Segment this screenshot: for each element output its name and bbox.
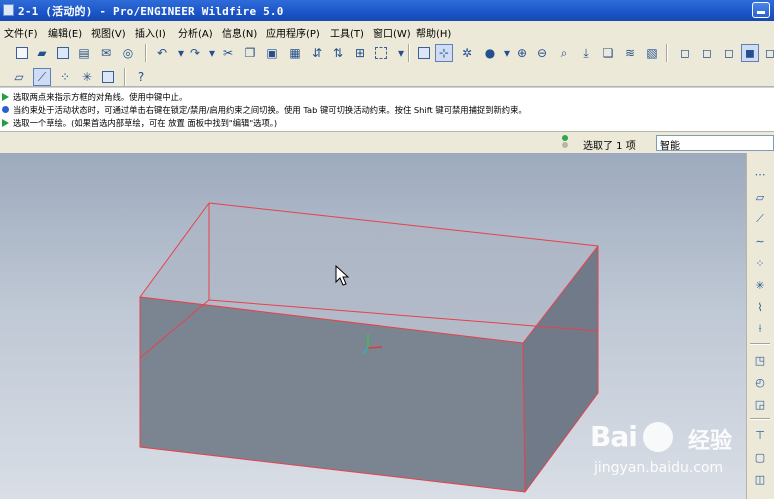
message-text: 当约束处于活动状态时，可通过单击右键在锁定/禁用/启用约束之间切换。使用 Tab… — [13, 104, 527, 115]
message-line: 当约束处于活动状态时，可通过单击右键在锁定/禁用/启用约束之间切换。使用 Tab… — [2, 103, 527, 116]
prompt-arrow-icon — [2, 92, 9, 101]
hidden-line-icon[interactable]: ◻ — [698, 44, 716, 62]
layers-icon[interactable]: ≋ — [621, 44, 639, 62]
hole-tool-icon[interactable]: ⊤ — [751, 426, 769, 444]
menu-file[interactable]: 文件(F) — [4, 25, 38, 40]
orient-mode-icon[interactable]: ✲ — [458, 44, 476, 62]
redo-icon[interactable]: ↷ — [186, 44, 204, 62]
wireframe-icon[interactable]: ◻ — [676, 44, 694, 62]
csys-tool-icon[interactable]: ✳ — [751, 276, 769, 294]
sketch-view-icon[interactable] — [415, 44, 433, 62]
app-icon — [3, 4, 14, 16]
rib-tool-icon[interactable]: ◫ — [751, 470, 769, 488]
menu-tools[interactable]: 工具(T) — [330, 25, 364, 40]
regen-status-icon — [562, 135, 570, 151]
appearance-sphere-icon[interactable]: ● — [481, 44, 499, 62]
datum-axis-icon[interactable]: ⟋ — [33, 68, 51, 86]
reorient-icon[interactable]: ⤓ — [577, 44, 595, 62]
paste-icon[interactable]: ▣ — [263, 44, 281, 62]
new-file-icon[interactable] — [13, 44, 31, 62]
send-link-icon[interactable]: ◎ — [119, 44, 137, 62]
sketch-tool-icon[interactable] — [99, 68, 117, 86]
datum-point-icon[interactable]: ⁘ — [56, 68, 74, 86]
menu-window[interactable]: 窗口(W) — [373, 25, 411, 40]
watermark-brand-suffix: 经验 — [688, 429, 733, 454]
revolve-tool-icon[interactable]: ◴ — [751, 373, 769, 391]
coordinate-system-icon[interactable]: ✳ — [78, 68, 96, 86]
datum-plane-icon[interactable]: ▱ — [10, 68, 28, 86]
saved-views-icon[interactable]: ❏ — [599, 44, 617, 62]
find-icon[interactable]: ⊞ — [351, 44, 369, 62]
window-title: 2-1 (活动的) - Pro/ENGINEER Wildfire 5.0 — [18, 5, 284, 18]
menu-edit[interactable]: 编辑(E) — [48, 25, 82, 40]
save-icon[interactable] — [54, 44, 72, 62]
zoom-in-icon[interactable]: ⊕ — [513, 44, 531, 62]
menu-insert[interactable]: 插入(I) — [135, 25, 166, 40]
message-line: 选取两点来指示方框的对角线。使用中键中止。 — [2, 90, 187, 103]
message-text: 选取一个草绘。(如果首选内部草绘，可在 放置 面板中找到"编辑"选项。) — [13, 117, 278, 128]
plane-tool-icon[interactable]: ▱ — [751, 188, 769, 206]
info-dot-icon — [2, 106, 9, 113]
baidu-watermark: Bai 经验 jingyan.baidu.com — [590, 420, 740, 490]
select-box-icon[interactable] — [372, 44, 390, 62]
message-line: 选取一个草绘。(如果首选内部草绘，可在 放置 面板中找到"编辑"选项。) — [2, 116, 277, 129]
prompt-arrow-icon — [2, 118, 9, 127]
selection-filter-select[interactable]: 智能 — [656, 135, 774, 152]
shading-icon[interactable]: ◼ — [741, 44, 759, 62]
toolbar-separator — [145, 44, 147, 62]
toolbar-separator — [666, 44, 668, 62]
view-manager-icon[interactable]: ▧ — [643, 44, 661, 62]
point-tool-icon[interactable]: ⁘ — [751, 254, 769, 272]
extrude-tool-icon[interactable]: ◳ — [751, 351, 769, 369]
message-text: 选取两点来指示方框的对角线。使用中键中止。 — [13, 91, 188, 102]
analysis-tool-icon[interactable]: ⌇ — [751, 298, 769, 316]
watermark-brand: Bai — [590, 420, 638, 453]
open-folder-icon[interactable]: ▰ — [33, 44, 51, 62]
feature-toolbar: ⋯ ▱ ⟋ ∼ ⁘ ✳ ⌇ ⟊ ◳ ◴ ◲ ⊤ ▢ ◫ — [746, 153, 774, 499]
menu-analysis[interactable]: 分析(A) — [178, 25, 213, 40]
watermark-url: jingyan.baidu.com — [594, 460, 724, 476]
curve-tool-icon[interactable]: ∼ — [751, 232, 769, 250]
menu-bar: 文件(F) 编辑(E) 视图(V) 插入(I) 分析(A) 信息(N) 应用程序… — [0, 21, 774, 41]
copy-icon[interactable]: ❐ — [241, 44, 259, 62]
help-pointer-icon[interactable]: ? — [132, 68, 150, 86]
selection-count: 选取了 1 项 — [583, 141, 636, 152]
sketch-tool-icon[interactable]: ⟊ — [751, 320, 769, 338]
print-icon[interactable]: ▤ — [75, 44, 93, 62]
regenerate-icon[interactable]: ⇵ — [308, 44, 326, 62]
datum-display-icon[interactable]: ⋯ — [751, 165, 769, 183]
shell-tool-icon[interactable]: ▢ — [751, 448, 769, 466]
axis-tool-icon[interactable]: ⟋ — [751, 210, 769, 228]
datum-toolbar: ▱ ⟋ ⁘ ✳ ? — [0, 65, 774, 87]
cut-icon[interactable]: ✂ — [219, 44, 237, 62]
toolbar-separator — [408, 44, 410, 62]
menu-applications[interactable]: 应用程序(P) — [266, 25, 320, 40]
main-toolbar: ▰ ▤ ✉ ◎ ↶ ▾ ↷ ▾ ✂ ❐ ▣ ▦ ⇵ ⇅ ⊞ ▾ ⊹ ✲ ● ▾ … — [0, 41, 774, 65]
toolbar-separator — [750, 343, 770, 345]
status-bar: 选取了 1 项 智能 — [0, 131, 774, 153]
toolbar-separator — [750, 418, 770, 420]
paste-special-icon[interactable]: ▦ — [286, 44, 304, 62]
undo-icon[interactable]: ↶ — [153, 44, 171, 62]
enhanced-realism-icon[interactable]: ◻ — [761, 44, 774, 62]
title-bar: 2-1 (活动的) - Pro/ENGINEER Wildfire 5.0 — [0, 0, 774, 21]
message-area: 选取两点来指示方框的对角线。使用中键中止。 当约束处于活动状态时，可通过单击右键… — [0, 88, 774, 131]
paw-logo-icon — [643, 422, 673, 452]
toolbar-separator — [124, 68, 126, 86]
refit-icon[interactable]: ⌕ — [555, 44, 573, 62]
menu-help[interactable]: 帮助(H) — [416, 25, 451, 40]
sweep-tool-icon[interactable]: ◲ — [751, 395, 769, 413]
zoom-out-icon[interactable]: ⊖ — [533, 44, 551, 62]
minimize-button[interactable] — [752, 2, 770, 18]
no-hidden-icon[interactable]: ◻ — [720, 44, 738, 62]
send-mail-icon[interactable]: ✉ — [97, 44, 115, 62]
regen-manager-icon[interactable]: ⇅ — [329, 44, 347, 62]
spin-center-icon[interactable]: ⊹ — [435, 44, 453, 62]
menu-view[interactable]: 视图(V) — [91, 25, 126, 40]
menu-info[interactable]: 信息(N) — [222, 25, 257, 40]
